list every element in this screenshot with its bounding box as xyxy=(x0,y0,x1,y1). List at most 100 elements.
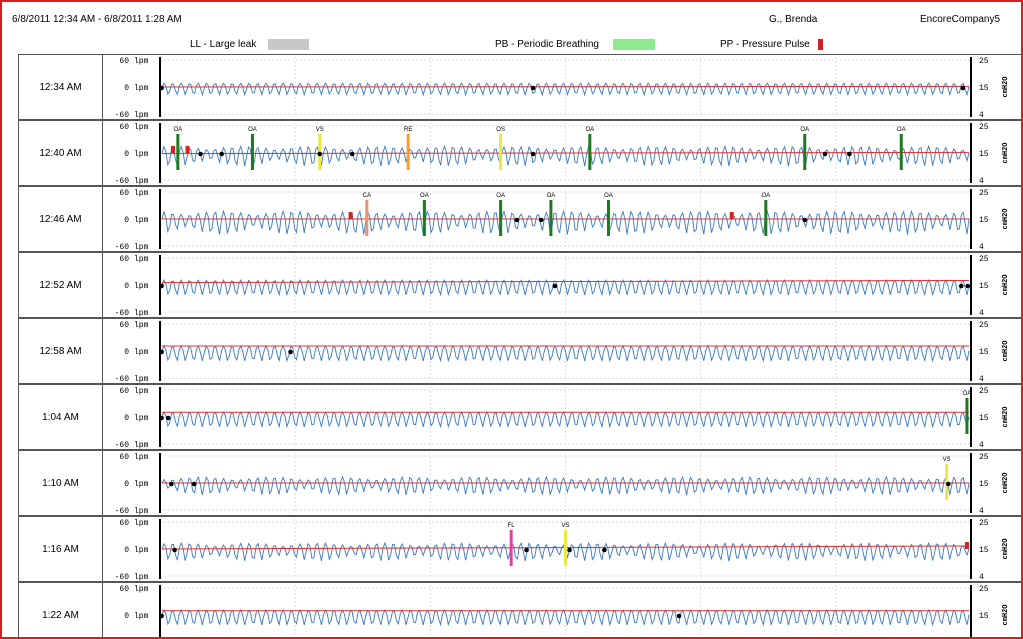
right-tick-label: 4 xyxy=(979,573,984,581)
left-tick-label: 60 xyxy=(119,57,129,66)
event-label: OA xyxy=(585,127,594,133)
event-dot xyxy=(514,217,520,223)
left-tick-label: -60 xyxy=(115,177,130,185)
right-tick-label: 25 xyxy=(979,321,989,330)
left-tick-unit: lpm xyxy=(134,84,149,93)
event-dot xyxy=(945,481,951,487)
pressure-pulse-marker xyxy=(729,212,734,219)
left-tick-label: 60 xyxy=(119,255,129,264)
event-marker-oa xyxy=(499,200,503,236)
legend-pressure-pulse-swatch xyxy=(818,39,823,50)
chart-row: 12:52 AM 60 lpm 0 lpm -60 lpm 25 15 4 cmH2O xyxy=(18,252,1021,318)
event-label: OS xyxy=(496,127,505,133)
chart-row: 1:04 AM 60 lpm 0 lpm -60 lpm 25 15 4 cmH2O OA xyxy=(18,384,1021,450)
right-tick-label: 4 xyxy=(979,375,984,383)
left-tick-label: -60 xyxy=(115,111,130,119)
right-axis-unit: cmH2O xyxy=(1002,142,1010,163)
event-label: OA xyxy=(897,127,906,133)
left-tick-label: 0 xyxy=(124,84,129,93)
event-label: OA xyxy=(174,127,183,133)
left-tick-unit: lpm xyxy=(134,546,149,555)
right-tick-label: 15 xyxy=(979,150,989,159)
right-axis-unit: cmH2O xyxy=(1002,472,1010,493)
chart-row: 1:22 AM60lpm0lpm-60lpm25154cmH2O xyxy=(18,582,1021,637)
right-tick-label: 4 xyxy=(979,441,984,449)
event-label: OA xyxy=(604,193,613,199)
chart-row: 12:58 AM 60 lpm 0 lpm -60 lpm 25 15 4 cmH2O xyxy=(18,318,1021,384)
event-dot xyxy=(822,151,828,157)
left-tick-unit: lpm xyxy=(134,375,149,383)
left-tick-label: -60 xyxy=(115,441,130,449)
left-tick-unit: lpm xyxy=(134,123,149,132)
event-marker-oa xyxy=(250,134,254,170)
date-range: 6/8/2011 12:34 AM - 6/8/2011 1:28 AM xyxy=(12,14,182,25)
right-tick-label: 15 xyxy=(979,84,989,93)
legend-periodic-breathing-swatch xyxy=(613,39,655,50)
left-tick-label: 0 xyxy=(124,546,129,555)
right-tick-label: 4 xyxy=(979,177,984,185)
legend-pressure-pulse-label: PP - Pressure Pulse xyxy=(720,39,810,50)
right-tick-label: 15 xyxy=(979,612,989,621)
left-tick-label: -60 xyxy=(115,573,130,581)
left-tick-label: 0 xyxy=(124,216,129,225)
event-marker-oa xyxy=(764,200,768,236)
left-tick-unit: lpm xyxy=(134,585,149,594)
event-dot xyxy=(159,85,164,91)
event-label: OA xyxy=(800,127,809,133)
event-dot xyxy=(159,613,164,619)
left-tick-label: -60 xyxy=(115,507,130,515)
left-tick-unit: lpm xyxy=(134,255,149,264)
event-marker-vs xyxy=(564,530,567,566)
left-tick-label: 0 xyxy=(124,612,129,621)
right-tick-label: 4 xyxy=(979,111,984,119)
event-marker-oa xyxy=(899,134,903,170)
left-tick-unit: lpm xyxy=(134,507,149,515)
row-time-label: 1:10 AM xyxy=(19,451,103,515)
left-tick-unit: lpm xyxy=(134,612,149,621)
right-tick-label: 4 xyxy=(979,309,984,317)
event-dot xyxy=(191,481,197,487)
row-waveform-chart: 60 lpm 0 lpm -60 lpm 25 15 4 cmH2O OA OA VS RE OS OA OA O… xyxy=(115,123,1010,185)
right-tick-label: 25 xyxy=(979,189,989,198)
left-tick-unit: lpm xyxy=(134,282,149,291)
event-label: VS xyxy=(316,127,324,133)
row-waveform-chart: 60lpm0lpm-60lpm25154cmH2O xyxy=(119,585,1010,637)
pressure-pulse-marker xyxy=(170,146,175,153)
left-tick-unit: lpm xyxy=(134,150,149,159)
right-tick-label: 25 xyxy=(979,519,989,528)
chart-row: 12:34 AM 60 lpm 0 lpm -60 lpm 25 15 4 cmH2O xyxy=(18,54,1021,120)
right-tick-label: 25 xyxy=(979,57,989,66)
pressure-pulse-marker xyxy=(348,212,353,219)
event-dot xyxy=(802,217,808,223)
event-dot xyxy=(847,151,852,157)
event-label: CA xyxy=(363,193,371,199)
event-marker-fl xyxy=(509,530,513,566)
event-marker-oa xyxy=(549,200,553,236)
event-dot xyxy=(169,481,174,487)
legend-large-leak-label: LL - Large leak xyxy=(190,39,257,50)
event-label: VS xyxy=(561,523,569,529)
row-time-label: 12:40 AM xyxy=(19,121,103,185)
event-marker-oa xyxy=(588,134,592,170)
event-dot xyxy=(567,547,572,553)
right-axis-unit: cmH2O xyxy=(1002,538,1010,559)
chart-row: 12:46 AM 60 lpm 0 lpm -60 lpm 25 15 4 cmH2O CA OA OA O… xyxy=(18,186,1021,252)
patient-name: G., Brenda xyxy=(769,14,818,25)
event-dot xyxy=(172,547,177,553)
right-tick-label: 25 xyxy=(979,255,989,264)
left-tick-label: 60 xyxy=(119,123,129,132)
right-axis-unit: cmH2O xyxy=(1002,340,1010,361)
left-tick-unit: lpm xyxy=(134,309,149,317)
left-tick-unit: lpm xyxy=(134,111,149,119)
left-tick-label: 0 xyxy=(124,282,129,291)
event-label: OA xyxy=(547,193,556,199)
left-tick-unit: lpm xyxy=(134,480,149,489)
row-time-label: 12:58 AM xyxy=(19,319,103,383)
left-tick-unit: lpm xyxy=(134,177,149,185)
event-dot xyxy=(960,85,966,91)
row-time-label: 1:04 AM xyxy=(19,385,103,449)
pressure-line xyxy=(161,85,970,88)
event-dot xyxy=(159,283,164,289)
right-tick-label: 25 xyxy=(979,387,989,396)
event-dot xyxy=(165,415,171,421)
